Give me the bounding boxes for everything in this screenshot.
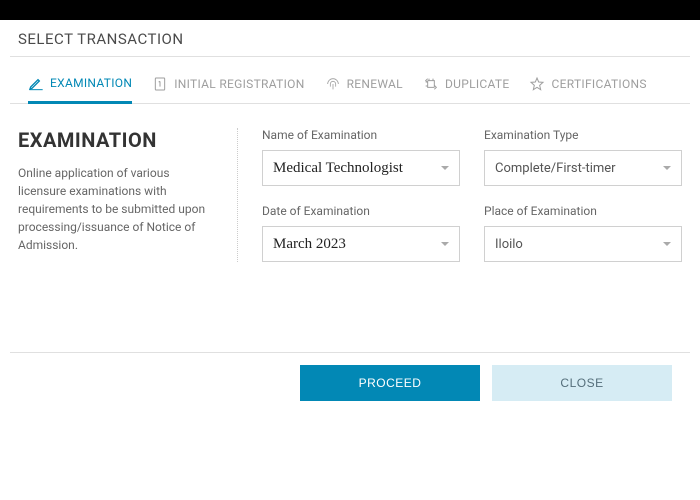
fingerprint-icon (325, 76, 341, 92)
select-value: Medical Technologist (273, 160, 403, 177)
field-name-of-examination: Name of Examination Medical Technologist (262, 128, 460, 186)
close-button[interactable]: CLOSE (492, 365, 672, 401)
field-label: Name of Examination (262, 128, 460, 142)
footer-actions: PROCEED CLOSE (10, 352, 690, 413)
duplicate-icon (423, 76, 439, 92)
document-one-icon (152, 76, 168, 92)
field-label: Date of Examination (262, 204, 460, 218)
star-icon (529, 76, 545, 92)
select-value: Iloilo (495, 237, 523, 252)
tab-certifications[interactable]: CERTIFICATIONS (529, 75, 646, 103)
field-label: Place of Examination (484, 204, 682, 218)
section-heading: EXAMINATION (18, 128, 219, 152)
section-description: Online application of various licensure … (18, 164, 219, 254)
tab-initial-registration[interactable]: INITIAL REGISTRATION (152, 75, 304, 103)
tab-label: INITIAL REGISTRATION (174, 77, 304, 91)
pencil-icon (28, 75, 44, 91)
field-examination-type: Examination Type Complete/First-timer (484, 128, 682, 186)
chevron-down-icon (441, 166, 449, 170)
chevron-down-icon (663, 166, 671, 170)
select-value: March 2023 (273, 236, 346, 253)
select-value: Complete/First-timer (495, 161, 616, 176)
tab-label: RENEWAL (347, 77, 403, 91)
tab-bar: EXAMINATION INITIAL REGISTRATION RENEWAL… (10, 57, 690, 104)
tab-duplicate[interactable]: DUPLICATE (423, 75, 510, 103)
tab-examination[interactable]: EXAMINATION (28, 75, 132, 104)
field-date-of-examination: Date of Examination March 2023 (262, 204, 460, 262)
tab-label: CERTIFICATIONS (551, 77, 646, 91)
sidebar-description: EXAMINATION Online application of variou… (18, 128, 238, 262)
content-area: EXAMINATION Online application of variou… (0, 104, 700, 272)
place-of-examination-select[interactable]: Iloilo (484, 226, 682, 262)
top-black-bar (0, 0, 700, 20)
form-fields: Name of Examination Medical Technologist… (262, 128, 682, 262)
examination-type-select[interactable]: Complete/First-timer (484, 150, 682, 186)
date-of-examination-select[interactable]: March 2023 (262, 226, 460, 262)
chevron-down-icon (441, 242, 449, 246)
tab-renewal[interactable]: RENEWAL (325, 75, 403, 103)
tab-label: DUPLICATE (445, 77, 510, 91)
chevron-down-icon (663, 242, 671, 246)
page-title: SELECT TRANSACTION (0, 20, 700, 56)
name-of-examination-select[interactable]: Medical Technologist (262, 150, 460, 186)
proceed-button[interactable]: PROCEED (300, 365, 480, 401)
field-place-of-examination: Place of Examination Iloilo (484, 204, 682, 262)
tab-label: EXAMINATION (50, 76, 132, 90)
field-label: Examination Type (484, 128, 682, 142)
